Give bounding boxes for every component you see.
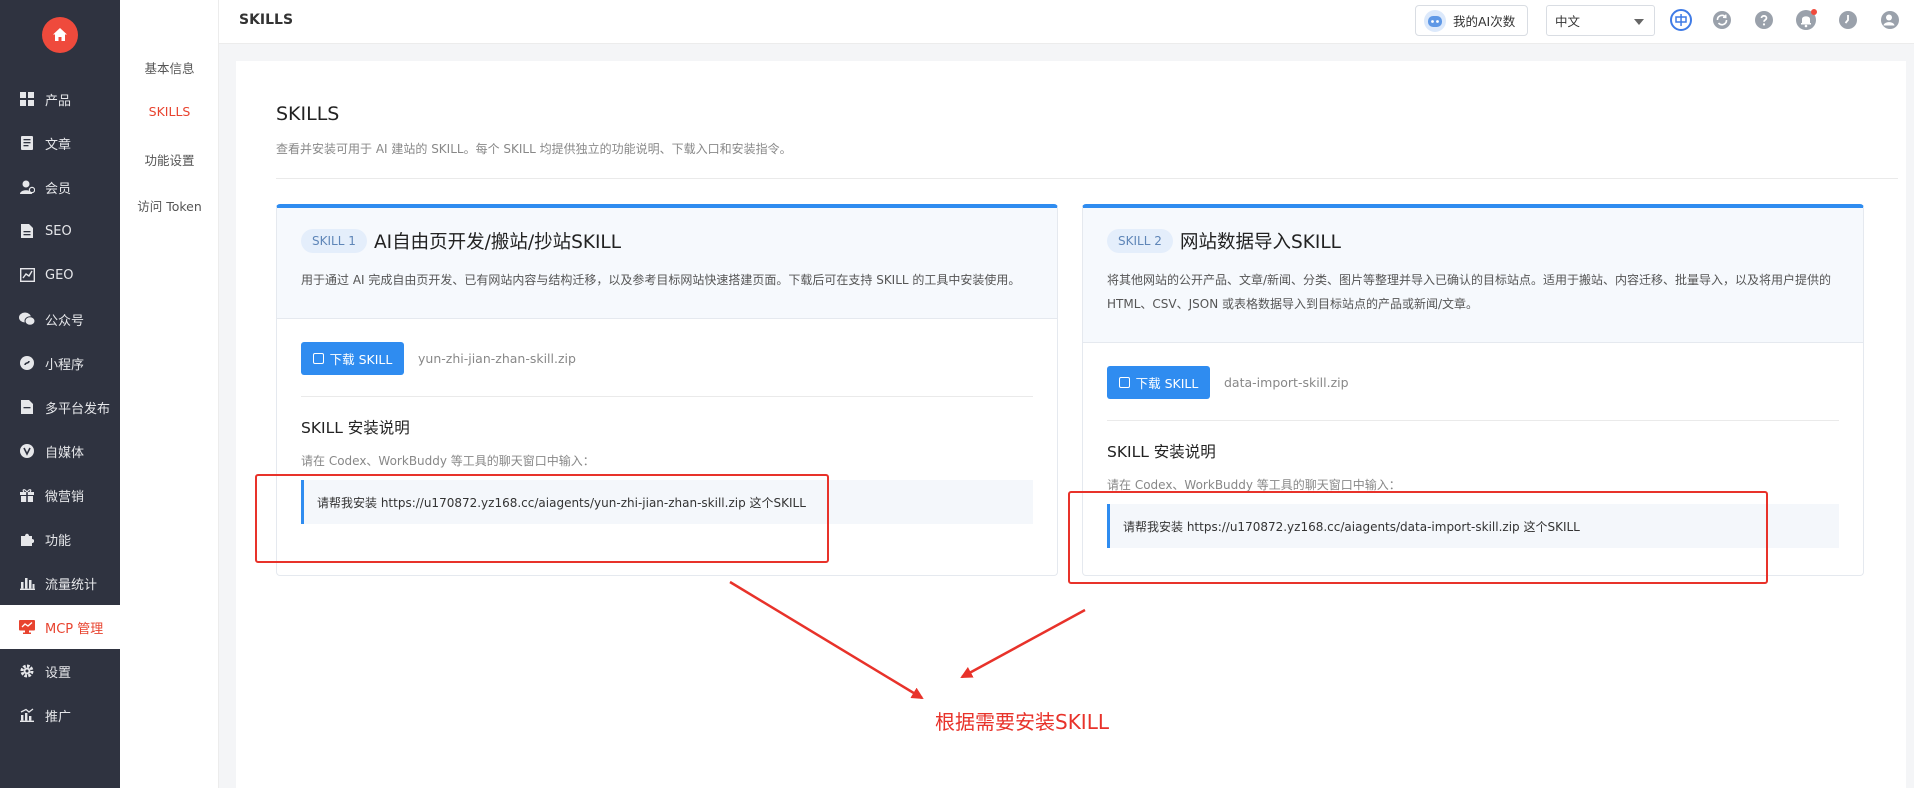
- arrow-right: [960, 608, 1086, 679]
- annotation-arrows: [729, 580, 1086, 700]
- arrow-left: [729, 580, 924, 700]
- annotation-text: 根据需要安装SKILL: [935, 710, 1109, 734]
